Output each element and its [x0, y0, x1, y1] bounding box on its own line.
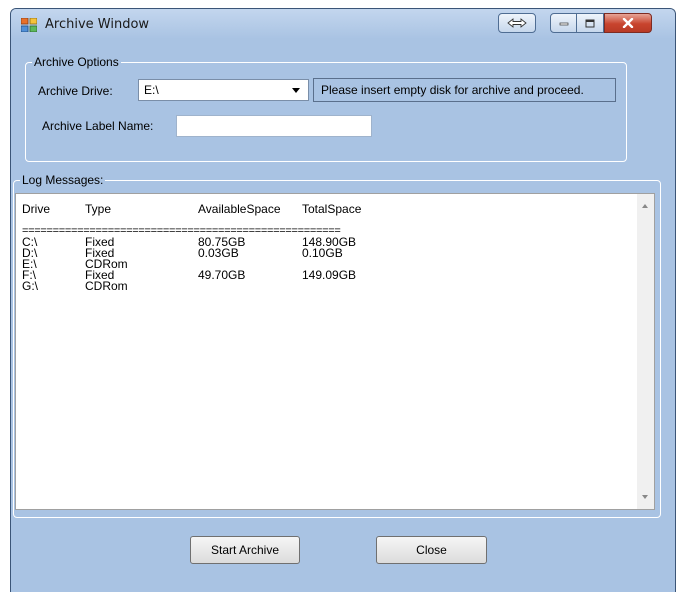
maximize-icon — [585, 19, 595, 27]
log-textarea[interactable]: Drive Type AvailableSpace TotalSpace ===… — [15, 193, 655, 510]
log-header-total: TotalSpace — [302, 202, 362, 216]
log-messages-title: Log Messages: — [20, 173, 106, 187]
archive-options-group: Archive Options — [25, 55, 627, 162]
close-button[interactable]: Close — [376, 536, 487, 564]
title-bar[interactable]: Archive Window — [11, 9, 675, 39]
archive-label-name-label: Archive Label Name: — [42, 119, 154, 133]
start-archive-button[interactable]: Start Archive — [190, 536, 300, 564]
log-cell-type: CDRom — [85, 279, 128, 293]
log-separator: ========================================… — [22, 225, 341, 237]
archive-drive-combobox[interactable]: E:\ — [138, 79, 309, 101]
app-icon — [21, 18, 37, 32]
log-cell-total: 149.09GB — [302, 268, 357, 282]
minimize-icon — [559, 22, 568, 26]
close-x-icon — [622, 18, 634, 28]
archive-options-title: Archive Options — [32, 55, 121, 69]
archive-drive-label: Archive Drive: — [38, 84, 113, 98]
log-cell-drive: G:\ — [22, 279, 39, 293]
log-cell-available: 0.03GB — [198, 246, 239, 260]
archive-label-name-input[interactable] — [176, 115, 372, 137]
archive-drive-value: E:\ — [144, 83, 159, 97]
resize-button[interactable] — [498, 13, 536, 33]
window-title: Archive Window — [45, 17, 150, 32]
double-arrow-icon — [507, 18, 527, 28]
minimize-button[interactable] — [550, 13, 577, 33]
log-cell-available: 49.70GB — [198, 268, 246, 282]
window-close-button[interactable] — [604, 13, 652, 33]
scroll-down-arrow-icon[interactable] — [642, 495, 648, 499]
log-cell-total: 0.10GB — [302, 246, 343, 260]
log-header-available: AvailableSpace — [198, 202, 281, 216]
dropdown-arrow-icon[interactable] — [292, 88, 300, 93]
log-header-type: Type — [85, 202, 112, 216]
scroll-up-arrow-icon[interactable] — [642, 204, 648, 208]
log-header-drive: Drive — [22, 202, 51, 216]
log-scrollbar[interactable] — [637, 194, 654, 509]
maximize-button[interactable] — [577, 13, 604, 33]
insert-disk-notice: Please insert empty disk for archive and… — [313, 78, 616, 102]
